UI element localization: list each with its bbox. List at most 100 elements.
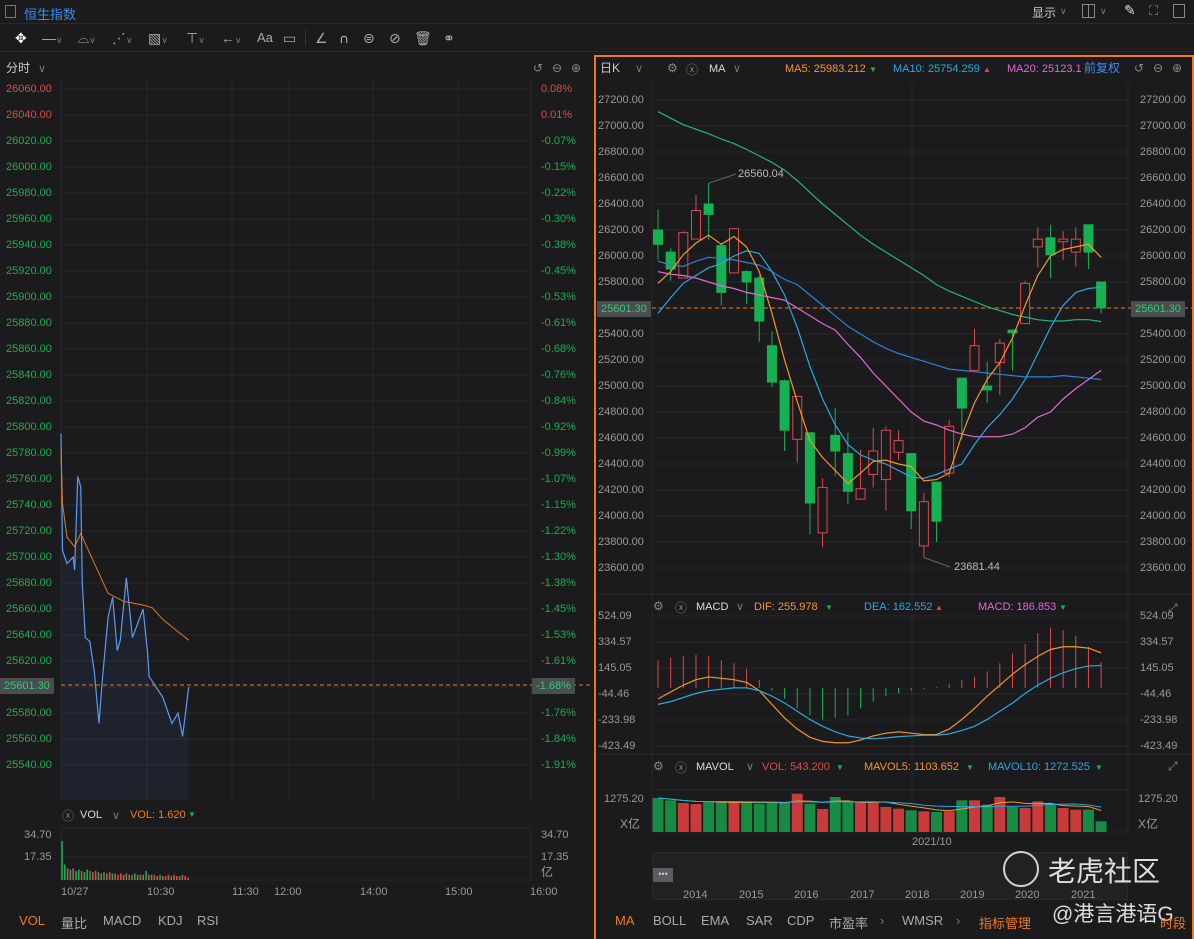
pct-axis-label: -1.38%: [541, 577, 576, 589]
time-axis-label: 11:30: [232, 886, 259, 898]
price-axis-label: 26600.00: [1140, 172, 1186, 184]
price-axis-label: 25880.00: [6, 317, 52, 329]
ma20-value: MA20: 25123.1: [1007, 63, 1082, 75]
tab-indicator-1[interactable]: BOLL: [653, 913, 686, 928]
close-icon[interactable]: ⓧ: [675, 759, 687, 776]
vol-unit: 亿: [541, 865, 554, 879]
tab-2[interactable]: MACD: [103, 913, 141, 928]
price-axis-label: 25580.00: [6, 707, 52, 719]
price-axis-label: 25960.00: [6, 213, 52, 225]
panel-icon[interactable]: [1173, 4, 1185, 18]
price-axis-label: 26400.00: [1140, 198, 1186, 210]
price-axis-label: 25200.00: [1140, 354, 1186, 366]
vol-frame: [60, 827, 532, 881]
close-icon[interactable]: ⓧ: [686, 61, 698, 78]
tab-indicator-0[interactable]: MA: [615, 913, 635, 928]
macd-axis-label: -44.46: [1140, 688, 1172, 700]
tab-1[interactable]: 量比: [61, 913, 87, 932]
price-axis-label: 25540.00: [6, 759, 52, 771]
vol-value: VOL: 543.200: [762, 761, 830, 773]
tab-indicator-2[interactable]: EMA: [701, 913, 729, 928]
display-menu[interactable]: 显示: [1032, 4, 1056, 21]
chevron-down-icon[interactable]: ∨: [1060, 6, 1067, 17]
close-icon[interactable]: ⓧ: [62, 807, 74, 824]
tab-3[interactable]: KDJ: [158, 913, 183, 928]
mavol-indicator-name[interactable]: MAVOL: [696, 761, 734, 773]
chevron-down-icon[interactable]: ∨: [1100, 6, 1107, 17]
settings-icon[interactable]: ⚙: [653, 599, 664, 613]
price-axis-label: 25400.00: [598, 328, 644, 340]
time-axis-label: 10/27: [61, 886, 89, 898]
tab-4[interactable]: RSI: [197, 913, 219, 928]
pct-axis-label: 0.01%: [541, 109, 573, 121]
tab-0[interactable]: VOL: [19, 913, 45, 928]
expand-icon[interactable]: ⤢: [1168, 601, 1178, 616]
settings-icon[interactable]: ⚙: [667, 61, 678, 75]
price-axis-label: 25700.00: [6, 551, 52, 563]
tab-indicator-6[interactable]: WMSR: [902, 913, 943, 928]
tab-indicator-7[interactable]: 指标管理: [979, 913, 1031, 932]
adjust-mode[interactable]: 前复权: [1084, 62, 1120, 74]
ma10-value: MA10: 25754.259: [893, 63, 980, 75]
chevron-down-icon[interactable]: ∨: [746, 761, 754, 773]
mavol10-value: MAVOL10: 1272.525: [988, 761, 1090, 773]
up-arrow-icon: ▲: [935, 603, 943, 612]
expand-icon[interactable]: ⤢: [1168, 759, 1178, 774]
pct-axis-label: -0.53%: [541, 291, 576, 303]
date-axis-label: 2021/10: [912, 836, 952, 848]
price-axis-label: 27000.00: [1140, 120, 1186, 132]
macd-indicator-name[interactable]: MACD: [696, 601, 728, 613]
year-label: 2019: [960, 889, 985, 901]
chevron-down-icon[interactable]: ∨: [112, 810, 120, 822]
price-axis-label: 25680.00: [6, 577, 52, 589]
price-axis-label: 25860.00: [6, 343, 52, 355]
year-label: 2015: [739, 889, 764, 901]
mavol-unit: X亿: [1138, 817, 1159, 831]
price-axis-label: 27000.00: [598, 120, 644, 132]
tab-indicator-5[interactable]: 市盈率: [829, 913, 868, 932]
chevron-down-icon[interactable]: ∨: [635, 63, 643, 75]
mavol-axis-label: 1275.20: [1138, 793, 1178, 805]
pct-axis-label: -1.22%: [541, 525, 576, 537]
chevron-right-icon[interactable]: ›: [880, 913, 884, 928]
price-axis-label: 26400.00: [598, 198, 644, 210]
chevron-down-icon[interactable]: ∨: [736, 601, 744, 613]
down-arrow-icon: ▼: [966, 763, 974, 772]
reset-icon[interactable]: ↺: [1134, 61, 1144, 75]
price-axis-label: 26040.00: [6, 109, 52, 121]
time-axis-label: 12:00: [274, 886, 302, 898]
tab-indicator-8[interactable]: 时段: [1160, 913, 1186, 932]
price-axis-label: 25200.00: [598, 354, 644, 366]
price-axis-label: 25900.00: [6, 291, 52, 303]
kline-period-selector[interactable]: 日K: [600, 62, 620, 74]
price-axis-label: 25000.00: [598, 380, 644, 392]
tab-indicator-3[interactable]: SAR: [746, 913, 773, 928]
macd-axis-label: -423.49: [1140, 740, 1178, 752]
chevron-right-icon[interactable]: ›: [956, 913, 960, 928]
watermark-author: @港言港语G: [1052, 903, 1174, 926]
price-axis-label: 23800.00: [598, 536, 644, 548]
price-axis-label: 25800.00: [598, 276, 644, 288]
pencil-icon[interactable]: ✎: [1124, 2, 1136, 19]
intraday-chart[interactable]: [0, 0, 593, 939]
vol-indicator-name[interactable]: VOL: [80, 809, 102, 821]
chevron-down-icon[interactable]: ∨: [733, 63, 741, 75]
fullscreen-icon[interactable]: ⛶: [1149, 3, 1158, 19]
layout-icon[interactable]: [1082, 4, 1095, 18]
pct-axis-label: -0.76%: [541, 369, 576, 381]
price-axis-label: 25800.00: [6, 421, 52, 433]
navigator-handle[interactable]: •••: [653, 868, 673, 882]
pct-axis-label: -0.84%: [541, 395, 576, 407]
zoom-in-icon[interactable]: ⊕: [1172, 61, 1182, 75]
pct-axis-label: -1.91%: [541, 759, 576, 771]
price-axis-label: 23600.00: [1140, 562, 1186, 574]
macd-axis-label: 524.09: [598, 610, 632, 622]
close-icon[interactable]: ⓧ: [675, 599, 687, 616]
zoom-out-icon[interactable]: ⊖: [1153, 61, 1163, 75]
ma-indicator-name[interactable]: MA: [709, 63, 726, 75]
settings-icon[interactable]: ⚙: [653, 759, 664, 773]
current-price-box: 25601.30: [597, 301, 651, 317]
time-axis-label: 10:30: [147, 886, 175, 898]
tab-indicator-4[interactable]: CDP: [787, 913, 814, 928]
price-axis-label: 24800.00: [598, 406, 644, 418]
